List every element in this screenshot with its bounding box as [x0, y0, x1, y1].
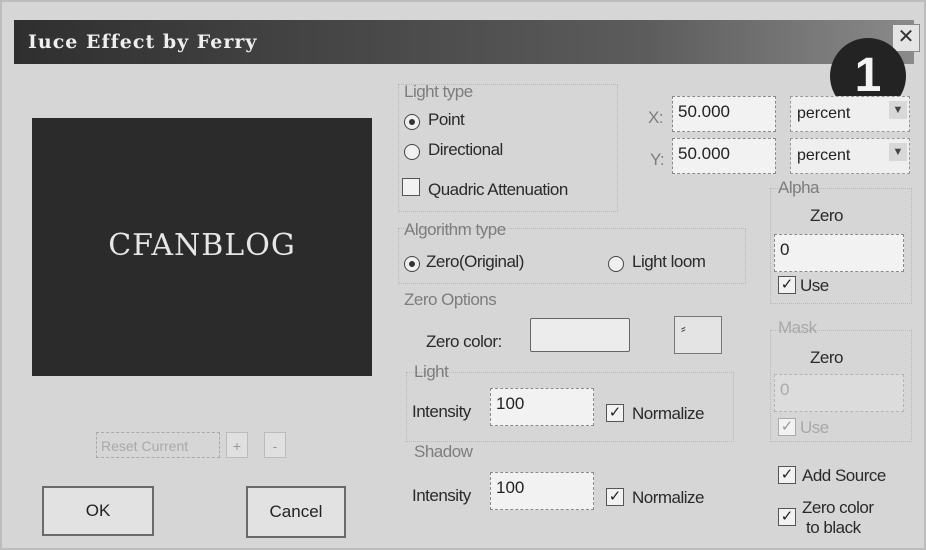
- radio-point-label: Point: [428, 110, 465, 129]
- shadow-group-label: Shadow: [414, 442, 473, 461]
- alpha-use-label: Use: [800, 276, 829, 295]
- light-intensity-input[interactable]: 100: [490, 388, 594, 426]
- title-bar[interactable]: Iuce Effect by Ferry: [14, 20, 914, 64]
- light-type-label: Light type: [404, 82, 473, 101]
- alpha-zero-label: Zero: [810, 206, 843, 225]
- shadow-intensity-input[interactable]: 100: [490, 472, 594, 510]
- radio-light-loom[interactable]: [608, 256, 624, 272]
- preview-image: CFANBLOG: [32, 118, 372, 376]
- zero-color-swatch[interactable]: [530, 318, 630, 352]
- chevron-down-icon: ▼: [889, 101, 907, 119]
- alpha-input[interactable]: 0: [774, 234, 904, 272]
- shadow-intensity-label: Intensity: [412, 486, 471, 505]
- close-button[interactable]: ✕: [892, 24, 920, 52]
- ok-button[interactable]: OK: [42, 486, 154, 536]
- quadric-attenuation-label: Quadric Attenuation: [428, 180, 568, 199]
- shadow-normalize-label: Normalize: [632, 488, 705, 507]
- chevron-down-icon: ▼: [889, 143, 907, 161]
- y-label: Y:: [650, 150, 665, 169]
- alpha-use-checkbox[interactable]: ✓: [778, 276, 796, 294]
- radio-directional[interactable]: [404, 144, 420, 160]
- zero-options-label: Zero Options: [404, 290, 497, 309]
- preset-combo[interactable]: Reset Current: [96, 432, 220, 458]
- quadric-attenuation-checkbox[interactable]: [402, 178, 420, 196]
- light-normalize-checkbox[interactable]: ✓: [606, 404, 624, 422]
- preset-remove-button[interactable]: -: [264, 432, 286, 458]
- mask-use-checkbox[interactable]: ✓: [778, 418, 796, 436]
- algorithm-label: Algorithm type: [404, 220, 506, 239]
- zero-color-to-black-checkbox[interactable]: ✓: [778, 508, 796, 526]
- y-input[interactable]: 50.000: [672, 138, 776, 174]
- preview-logo: CFANBLOG: [108, 228, 296, 263]
- zero-black-line-1: Zero color: [802, 498, 874, 517]
- y-unit-select[interactable]: percent ▼: [790, 138, 910, 174]
- radio-zero-original[interactable]: [404, 256, 420, 272]
- color-picker-button[interactable]: ⸗: [674, 316, 722, 354]
- x-unit-select[interactable]: percent ▼: [790, 96, 910, 132]
- dialog-window: Iuce Effect by Ferry ✕ 1 CFANBLOG Reset …: [0, 0, 926, 550]
- radio-point[interactable]: [404, 114, 420, 130]
- radio-light-loom-label: Light loom: [632, 252, 706, 271]
- alpha-label: Alpha: [778, 178, 819, 197]
- light-normalize-label: Normalize: [632, 404, 705, 423]
- mask-label: Mask: [778, 318, 817, 337]
- x-input[interactable]: 50.000: [672, 96, 776, 132]
- x-unit-value: percent: [797, 105, 851, 122]
- eyedropper-icon: ⸗: [681, 320, 686, 336]
- zero-color-to-black-label: Zero color to black: [802, 498, 874, 538]
- x-label: X:: [648, 108, 664, 127]
- y-unit-value: percent: [797, 147, 851, 164]
- add-source-label: Add Source: [802, 466, 886, 485]
- mask-zero-label: Zero: [810, 348, 843, 367]
- zero-color-label: Zero color:: [426, 332, 502, 351]
- radio-directional-label: Directional: [428, 140, 503, 159]
- shadow-normalize-checkbox[interactable]: ✓: [606, 488, 624, 506]
- mask-use-label: Use: [800, 418, 829, 437]
- light-intensity-label: Intensity: [412, 402, 471, 421]
- cancel-button[interactable]: Cancel: [246, 486, 346, 538]
- window-title: Iuce Effect by Ferry: [28, 31, 258, 53]
- mask-input[interactable]: 0: [774, 374, 904, 412]
- radio-zero-original-label: Zero(Original): [426, 252, 524, 271]
- add-source-checkbox[interactable]: ✓: [778, 466, 796, 484]
- zero-black-line-2: to black: [806, 518, 861, 537]
- light-group-label: Light: [414, 362, 449, 381]
- preset-add-button[interactable]: +: [226, 432, 248, 458]
